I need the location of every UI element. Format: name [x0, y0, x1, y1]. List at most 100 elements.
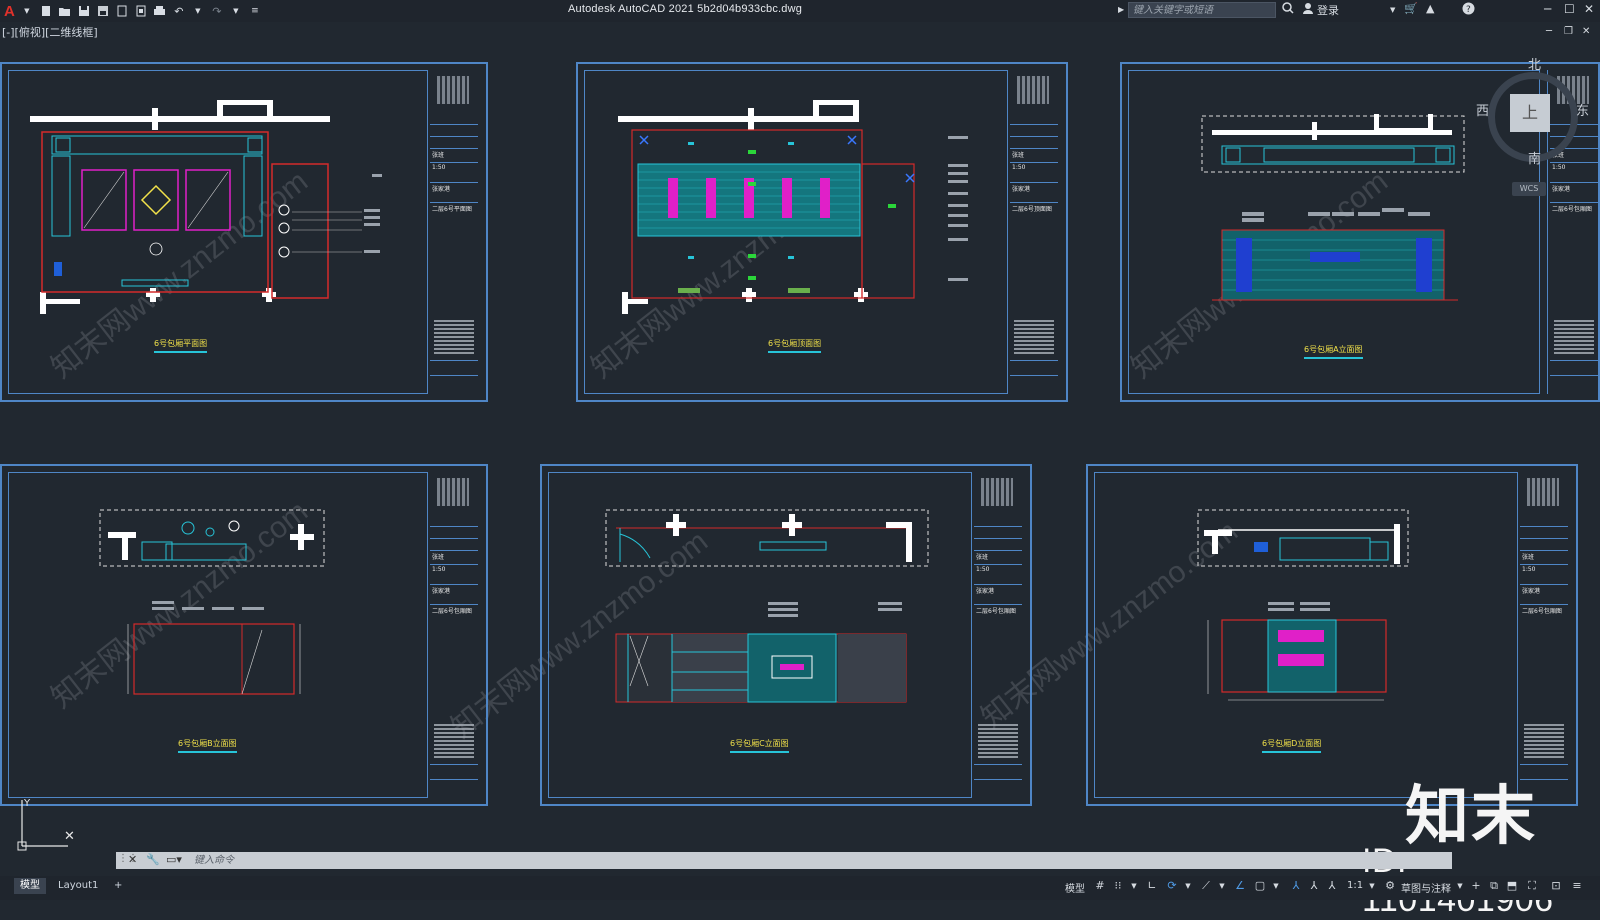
title-block-scale: 1:50: [1012, 164, 1026, 171]
isolate-objects-icon[interactable]: ⧉: [1487, 879, 1501, 893]
elevation-d-drawing[interactable]: [1188, 506, 1428, 726]
open-folder-icon[interactable]: [58, 4, 72, 18]
workspace-switcher[interactable]: 草图与注释: [1401, 880, 1451, 895]
model-space-button[interactable]: 模型: [1065, 880, 1085, 895]
chevron-down-icon[interactable]: ▼: [229, 4, 243, 18]
drawing-sheet-elevation-b[interactable]: 张班 1:50 张家港 二层6号包厢图 6号包厢B立面图: [0, 464, 488, 806]
title-block-name: 张家港: [1552, 186, 1571, 193]
drawing-close-icon[interactable]: ✕: [1582, 26, 1590, 37]
close-icon[interactable]: ✕: [1584, 2, 1594, 16]
search-input[interactable]: 键入关键字或短语: [1128, 2, 1276, 18]
help-icon[interactable]: ?: [1462, 2, 1475, 18]
customize-toolbar-icon[interactable]: ≡: [248, 4, 262, 18]
save-as-icon[interactable]: [96, 4, 110, 18]
tab-model[interactable]: 模型: [14, 878, 46, 894]
units-icon[interactable]: ⊡: [1549, 879, 1563, 893]
elevation-c-drawing[interactable]: [602, 506, 942, 716]
add-icon[interactable]: +: [1469, 879, 1483, 893]
chevron-down-icon[interactable]: ▼: [1390, 6, 1395, 14]
viewcube[interactable]: 上 北 南 西 东: [1476, 58, 1590, 172]
title-block: 张班 1:50 张家港 二层6号包厢图: [971, 472, 1024, 798]
chevron-down-icon[interactable]: ▼: [1215, 879, 1229, 893]
save-web-icon[interactable]: [134, 4, 148, 18]
minimize-icon[interactable]: ─: [1544, 2, 1551, 16]
compass-east[interactable]: 东: [1576, 100, 1589, 119]
title-block-notes: [1014, 320, 1054, 356]
snap-icon[interactable]: ⁝⁝: [1111, 879, 1125, 893]
object-snap-icon[interactable]: ▢: [1253, 879, 1267, 893]
title-block-row: 张班: [1522, 554, 1535, 561]
chevron-down-icon[interactable]: ▼: [191, 4, 205, 18]
new-file-icon[interactable]: [39, 4, 53, 18]
sheet-title-text: 6号包厢C立面图: [730, 739, 789, 748]
recent-commands-icon[interactable]: ▭▾: [166, 853, 182, 866]
drawing-minimize-icon[interactable]: ─: [1546, 26, 1552, 37]
viewport-label[interactable]: [-][俯视][二维线框]: [2, 24, 98, 40]
title-block: 张班 1:50 张家港 二层6号包厢图: [1517, 472, 1570, 798]
chevron-down-icon[interactable]: ▼: [1453, 879, 1467, 893]
autodesk-a360-icon[interactable]: ▲: [1426, 2, 1434, 15]
title-block-row: 张班: [1012, 152, 1025, 159]
user-icon[interactable]: [1302, 2, 1314, 17]
ortho-icon[interactable]: ∟: [1145, 879, 1159, 893]
annotation-scale-value[interactable]: 1:1: [1347, 880, 1363, 891]
title-block-scale: 1:50: [432, 164, 446, 171]
hardware-acceleration-icon[interactable]: ⬒: [1505, 879, 1519, 893]
company-logo: [437, 76, 469, 104]
svg-text:?: ?: [1466, 5, 1471, 15]
polar-icon[interactable]: ⟳: [1165, 879, 1179, 893]
sheet-title-text: 6号包厢顶面图: [768, 339, 822, 348]
drawing-sheet-elevation-c[interactable]: 张班 1:50 张家港 二层6号包厢图 6号包厢C立面图: [540, 464, 1032, 806]
maximize-icon[interactable]: ☐: [1564, 2, 1575, 16]
autocad-logo[interactable]: A: [4, 3, 15, 20]
cart-icon[interactable]: 🛒: [1404, 2, 1418, 15]
command-input[interactable]: 键入命令: [194, 852, 234, 869]
viewcube-top-face[interactable]: 上: [1510, 94, 1550, 132]
tab-layout1[interactable]: Layout1: [52, 878, 104, 894]
ceiling-plan-drawing[interactable]: [618, 94, 988, 344]
sheet-title-text: 6号包厢A立面图: [1304, 345, 1363, 354]
plot-icon[interactable]: [153, 4, 167, 18]
compass-north[interactable]: 北: [1528, 54, 1541, 73]
undo-icon[interactable]: ↶: [172, 4, 186, 18]
compass-west[interactable]: 西: [1476, 100, 1489, 119]
command-customize-icon[interactable]: 🔧: [146, 853, 160, 866]
grid-icon[interactable]: #: [1093, 879, 1107, 893]
drawing-sheet-plan[interactable]: 张班 1:50 张家港 二层6号平面图 6号包厢平面图: [0, 62, 488, 402]
title-bar: A ▼ ↶ ▼ ↷ ▼ ≡ Autodesk AutoCAD 2021 5b2d…: [0, 0, 1600, 22]
clean-screen-icon[interactable]: ⛶: [1525, 879, 1539, 893]
redo-icon[interactable]: ↷: [210, 4, 224, 18]
wcs-menu[interactable]: WCS: [1512, 182, 1546, 196]
chevron-down-icon[interactable]: ▼: [1365, 879, 1379, 893]
floor-plan-drawing[interactable]: [22, 94, 392, 344]
login-link[interactable]: 登录: [1317, 2, 1339, 18]
annotation-visibility-icon[interactable]: ⅄: [1289, 879, 1303, 893]
title-block-row: 张班: [432, 152, 445, 159]
title-block-notes: [978, 724, 1018, 760]
chevron-down-icon[interactable]: ▼: [1181, 879, 1195, 893]
object-snap-tracking-icon[interactable]: ∠: [1233, 879, 1247, 893]
elevation-b-drawing[interactable]: [92, 506, 332, 716]
chevron-right-icon[interactable]: ▶: [1118, 5, 1124, 14]
save-icon[interactable]: [77, 4, 91, 18]
chevron-down-icon[interactable]: ▼: [20, 4, 34, 18]
command-line[interactable]: [116, 852, 1452, 869]
title-block-scale: 1:50: [432, 566, 446, 573]
add-layout-button[interactable]: +: [108, 878, 128, 894]
command-close-icon[interactable]: ✕: [128, 853, 137, 866]
drawing-sheet-ceiling[interactable]: 张班 1:50 张家港 二层6号顶面图 6号包厢顶面图: [576, 62, 1068, 402]
customization-menu-icon[interactable]: ≡: [1570, 879, 1584, 893]
chevron-down-icon[interactable]: ▼: [1269, 879, 1283, 893]
drawing-restore-icon[interactable]: ❐: [1564, 26, 1573, 37]
auto-scale-icon[interactable]: ⅄: [1307, 879, 1321, 893]
open-web-icon[interactable]: [115, 4, 129, 18]
isodraft-icon[interactable]: ⟋: [1199, 879, 1213, 893]
drawing-sheet-elevation-d[interactable]: 张班 1:50 张家港 二层6号包厢图 6号包厢D立面图: [1086, 464, 1578, 806]
chevron-down-icon[interactable]: ▼: [1127, 879, 1141, 893]
sheet-title-text: 6号包厢D立面图: [1262, 739, 1322, 748]
compass-south[interactable]: 南: [1528, 148, 1541, 167]
search-icon[interactable]: [1282, 2, 1294, 17]
workspace-gear-icon[interactable]: ⚙: [1383, 879, 1397, 893]
elevation-a-drawing[interactable]: [1182, 104, 1472, 334]
annotation-scale-icon[interactable]: ⅄: [1325, 879, 1339, 893]
